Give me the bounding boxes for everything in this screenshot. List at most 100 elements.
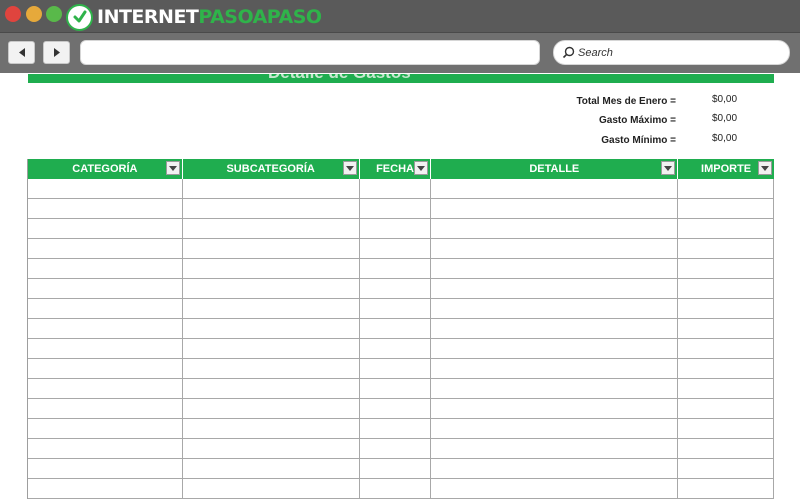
table-cell[interactable] — [678, 219, 775, 238]
filter-dropdown-button[interactable] — [661, 161, 676, 175]
table-cell[interactable] — [28, 379, 183, 398]
table-cell[interactable] — [28, 259, 183, 278]
maximize-window-button[interactable] — [46, 6, 62, 22]
table-cell[interactable] — [678, 319, 775, 338]
column-header-categoria[interactable]: CATEGORÍA — [28, 159, 183, 179]
table-cell[interactable] — [678, 439, 775, 458]
table-cell[interactable] — [183, 259, 360, 278]
column-header-subcategoria[interactable]: SUBCATEGORÍA — [183, 159, 360, 179]
table-cell[interactable] — [678, 479, 775, 498]
table-cell[interactable] — [431, 259, 679, 278]
table-cell[interactable] — [28, 299, 183, 318]
table-cell[interactable] — [183, 459, 360, 478]
table-cell[interactable] — [183, 279, 360, 298]
table-cell[interactable] — [28, 339, 183, 358]
table-cell[interactable] — [183, 199, 360, 218]
table-cell[interactable] — [360, 439, 432, 458]
table-cell[interactable] — [360, 479, 432, 498]
table-cell[interactable] — [183, 399, 360, 418]
table-cell[interactable] — [678, 419, 775, 438]
table-cell[interactable] — [28, 399, 183, 418]
table-cell[interactable] — [678, 339, 775, 358]
table-cell[interactable] — [28, 179, 183, 198]
table-cell[interactable] — [183, 319, 360, 338]
table-cell[interactable] — [183, 219, 360, 238]
summary-value[interactable]: $0,00 — [712, 133, 737, 144]
table-cell[interactable] — [28, 439, 183, 458]
filter-dropdown-button[interactable] — [342, 161, 357, 175]
table-cell[interactable] — [431, 479, 679, 498]
table-cell[interactable] — [431, 319, 679, 338]
column-header-detalle[interactable]: DETALLE — [431, 159, 679, 179]
table-cell[interactable] — [360, 399, 432, 418]
table-cell[interactable] — [431, 399, 679, 418]
table-cell[interactable] — [431, 459, 679, 478]
table-cell[interactable] — [678, 359, 775, 378]
table-cell[interactable] — [678, 179, 775, 198]
column-header-fecha[interactable]: FECHA — [360, 159, 432, 179]
table-cell[interactable] — [183, 439, 360, 458]
table-cell[interactable] — [360, 319, 432, 338]
table-cell[interactable] — [28, 459, 183, 478]
column-header-importe[interactable]: IMPORTE — [678, 159, 774, 179]
table-cell[interactable] — [28, 219, 183, 238]
table-cell[interactable] — [28, 419, 183, 438]
forward-button[interactable] — [43, 41, 70, 64]
table-cell[interactable] — [360, 219, 432, 238]
table-cell[interactable] — [360, 379, 432, 398]
table-cell[interactable] — [678, 399, 775, 418]
summary-value[interactable]: $0,00 — [712, 94, 737, 105]
table-cell[interactable] — [360, 239, 432, 258]
table-cell[interactable] — [183, 359, 360, 378]
table-cell[interactable] — [28, 319, 183, 338]
table-cell[interactable] — [678, 459, 775, 478]
filter-dropdown-button[interactable] — [165, 161, 180, 175]
table-cell[interactable] — [28, 199, 183, 218]
table-cell[interactable] — [431, 419, 679, 438]
table-cell[interactable] — [28, 479, 183, 498]
search-input[interactable]: Search — [553, 40, 790, 65]
url-input[interactable] — [80, 40, 540, 65]
table-cell[interactable] — [431, 179, 679, 198]
table-cell[interactable] — [183, 339, 360, 358]
table-cell[interactable] — [360, 419, 432, 438]
table-cell[interactable] — [678, 299, 775, 318]
table-cell[interactable] — [360, 259, 432, 278]
table-cell[interactable] — [678, 259, 775, 278]
table-cell[interactable] — [183, 419, 360, 438]
table-cell[interactable] — [360, 459, 432, 478]
back-button[interactable] — [8, 41, 35, 64]
table-cell[interactable] — [360, 299, 432, 318]
table-cell[interactable] — [183, 379, 360, 398]
table-cell[interactable] — [360, 359, 432, 378]
table-cell[interactable] — [183, 299, 360, 318]
table-cell[interactable] — [678, 379, 775, 398]
table-cell[interactable] — [183, 239, 360, 258]
table-cell[interactable] — [678, 279, 775, 298]
table-cell[interactable] — [431, 439, 679, 458]
table-cell[interactable] — [431, 359, 679, 378]
table-cell[interactable] — [183, 479, 360, 498]
close-window-button[interactable] — [5, 6, 21, 22]
table-cell[interactable] — [28, 239, 183, 258]
table-cell[interactable] — [360, 279, 432, 298]
table-cell[interactable] — [431, 279, 679, 298]
table-cell[interactable] — [431, 339, 679, 358]
table-cell[interactable] — [431, 379, 679, 398]
filter-dropdown-button[interactable] — [758, 161, 773, 175]
table-cell[interactable] — [431, 239, 679, 258]
summary-value[interactable]: $0,00 — [712, 113, 737, 124]
table-cell[interactable] — [360, 339, 432, 358]
table-cell[interactable] — [678, 199, 775, 218]
minimize-window-button[interactable] — [26, 6, 42, 22]
table-cell[interactable] — [360, 179, 432, 198]
table-cell[interactable] — [28, 359, 183, 378]
table-cell[interactable] — [431, 219, 679, 238]
table-cell[interactable] — [360, 199, 432, 218]
table-cell[interactable] — [431, 199, 679, 218]
filter-dropdown-button[interactable] — [414, 161, 429, 175]
table-cell[interactable] — [28, 279, 183, 298]
table-cell[interactable] — [183, 179, 360, 198]
table-cell[interactable] — [431, 299, 679, 318]
table-cell[interactable] — [678, 239, 775, 258]
